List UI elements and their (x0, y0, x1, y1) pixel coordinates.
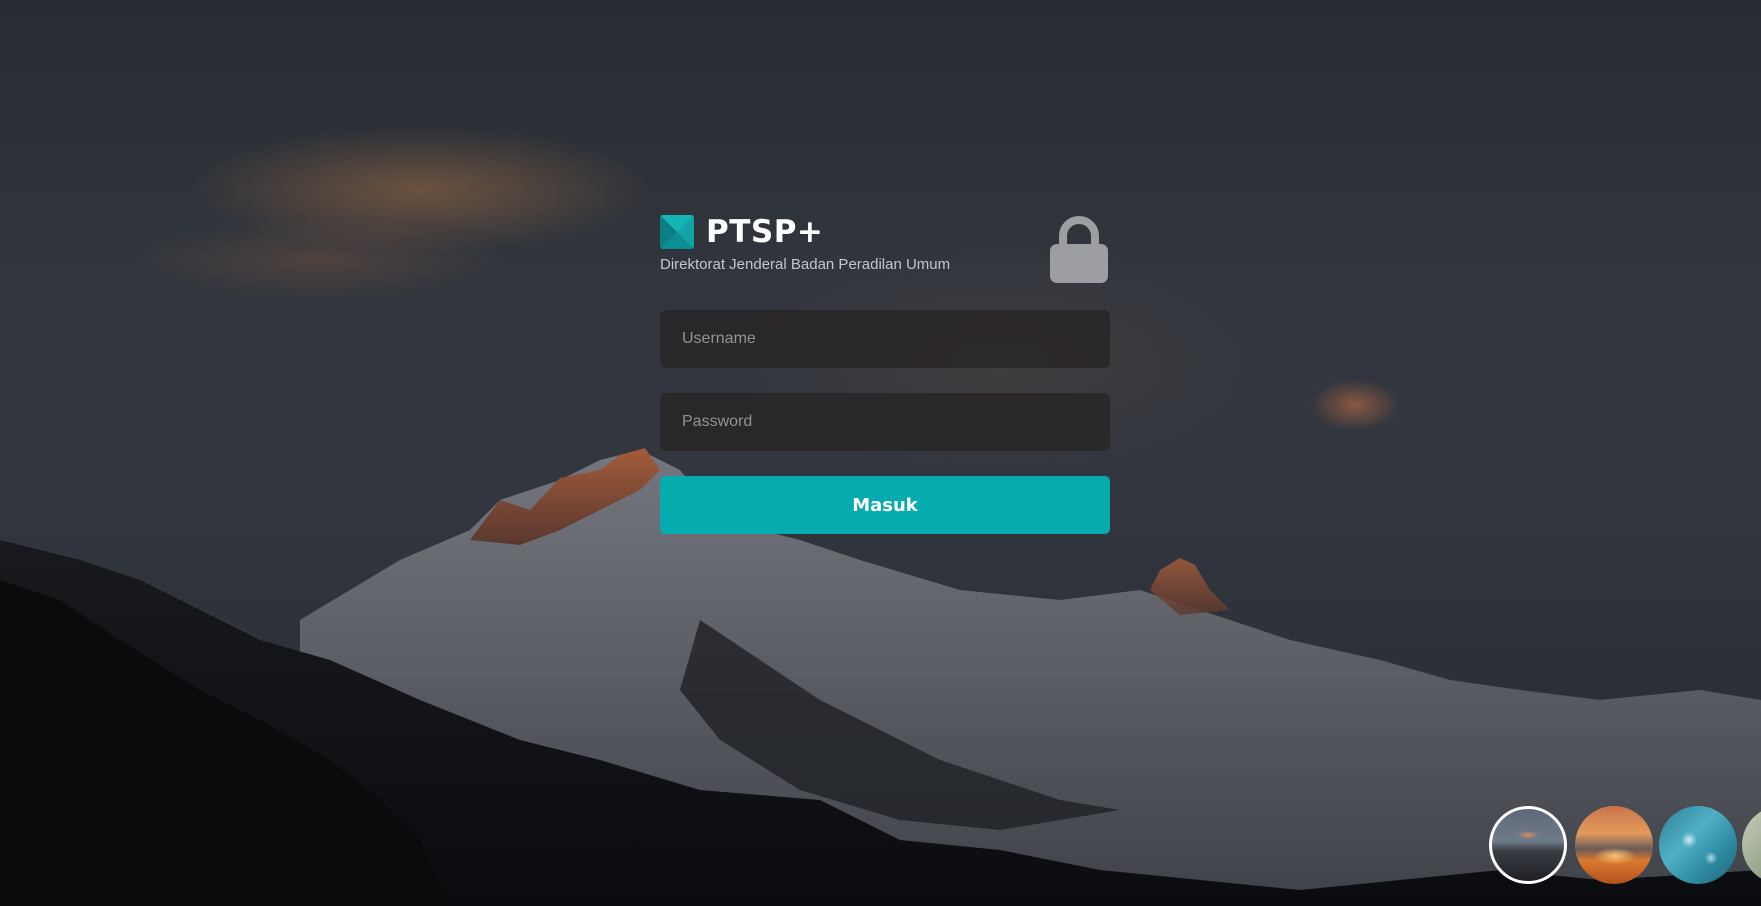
brand-row: PTSP+ (660, 214, 1110, 250)
username-input[interactable] (660, 310, 1110, 368)
background-overlay (0, 0, 1761, 906)
login-panel: PTSP+ Direktorat Jenderal Badan Peradila… (660, 214, 1110, 534)
brand-name: PTSP+ (706, 214, 824, 250)
ptsp-logo-icon (660, 215, 694, 249)
password-input[interactable] (660, 393, 1110, 451)
background-thumb-mountain[interactable] (1489, 806, 1567, 884)
background-thumb-orange-sky[interactable] (1575, 806, 1653, 884)
background-thumb-ocean[interactable] (1659, 806, 1737, 884)
lock-icon (1048, 214, 1110, 284)
background-selector (1489, 804, 1761, 888)
background-thumb-meadow[interactable] (1742, 806, 1761, 884)
login-button[interactable]: Masuk (660, 476, 1110, 534)
brand-subtitle: Direktorat Jenderal Badan Peradilan Umum (660, 256, 951, 273)
